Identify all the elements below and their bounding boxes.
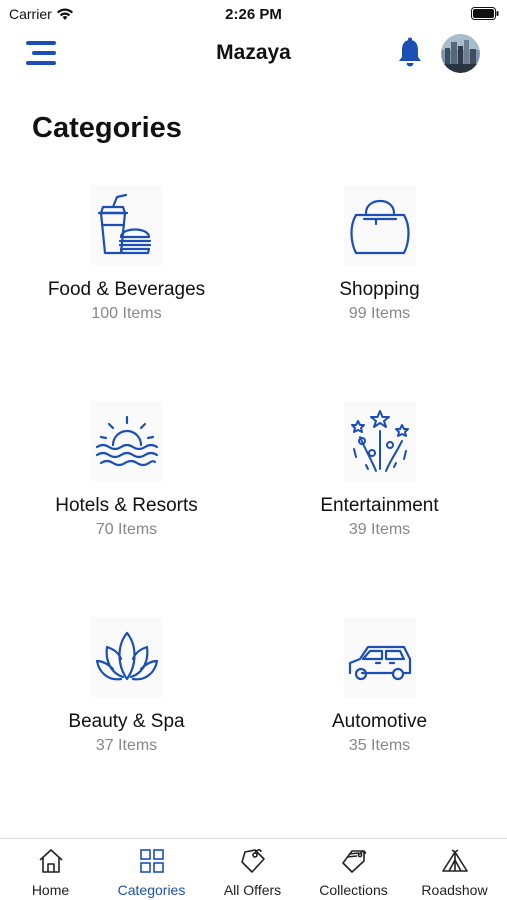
category-name: Shopping — [339, 279, 420, 300]
sunset-sea-icon — [95, 415, 159, 467]
tab-bar: Home Categories All Offers Collections R… — [0, 838, 507, 900]
category-count: 70 Items — [95, 521, 158, 538]
status-bar: Carrier 2:26 PM — [0, 0, 507, 28]
navigation-bar: Mazaya — [0, 28, 507, 78]
category-count: 99 Items — [348, 305, 411, 322]
tab-label: Roadshow — [421, 882, 488, 898]
category-count: 100 Items — [91, 305, 162, 322]
app-title: Mazaya — [216, 41, 291, 64]
hamburger-icon[interactable] — [22, 38, 62, 68]
bell-icon[interactable] — [395, 37, 425, 69]
page-title: Categories — [32, 112, 182, 144]
category-icon-box — [344, 401, 416, 481]
user-avatar[interactable] — [441, 34, 480, 73]
category-icon-box — [344, 185, 416, 265]
food-beverage-icon — [97, 193, 152, 255]
home-icon — [39, 849, 63, 873]
category-shopping[interactable]: Shopping 99 Items — [253, 185, 506, 385]
category-name: Entertainment — [320, 495, 439, 516]
category-beauty-spa[interactable]: Beauty & Spa 37 Items — [0, 617, 253, 817]
category-name: Hotels & Resorts — [55, 495, 198, 516]
grid-icon — [140, 849, 164, 873]
fireworks-icon — [351, 410, 409, 472]
tag-icon — [241, 849, 265, 873]
category-name: Automotive — [331, 711, 428, 732]
tent-icon — [442, 849, 468, 872]
category-count: 35 Items — [348, 737, 411, 754]
tab-all-offers[interactable]: All Offers — [202, 839, 303, 900]
tab-collections[interactable]: Collections — [303, 839, 404, 900]
category-icon-box — [91, 401, 163, 481]
category-name: Beauty & Spa — [68, 711, 185, 732]
tags-stack-icon — [342, 850, 366, 873]
category-icon-box — [344, 617, 416, 697]
category-count: 37 Items — [95, 737, 158, 754]
shopping-bag-icon — [350, 199, 410, 255]
tab-label: All Offers — [223, 882, 282, 898]
category-icon-box — [91, 617, 163, 697]
tab-roadshow[interactable]: Roadshow — [404, 839, 505, 900]
category-icon-box — [91, 185, 163, 265]
car-icon — [348, 645, 412, 681]
category-entertainment[interactable]: Entertainment 39 Items — [253, 401, 506, 601]
battery-icon — [471, 7, 499, 20]
tab-label: Collections — [319, 882, 388, 898]
category-name: Food & Beverages — [47, 279, 206, 300]
tab-categories[interactable]: Categories — [101, 839, 202, 900]
tab-home[interactable]: Home — [0, 839, 101, 900]
category-hotels-resorts[interactable]: Hotels & Resorts 70 Items — [0, 401, 253, 601]
status-time: 2:26 PM — [225, 6, 282, 23]
tab-label: Categories — [117, 882, 186, 898]
category-automotive[interactable]: Automotive 35 Items — [253, 617, 506, 817]
tab-label: Home — [31, 882, 70, 898]
category-count: 39 Items — [348, 521, 411, 538]
category-food-beverages[interactable]: Food & Beverages 100 Items — [0, 185, 253, 385]
lotus-icon — [95, 631, 159, 681]
